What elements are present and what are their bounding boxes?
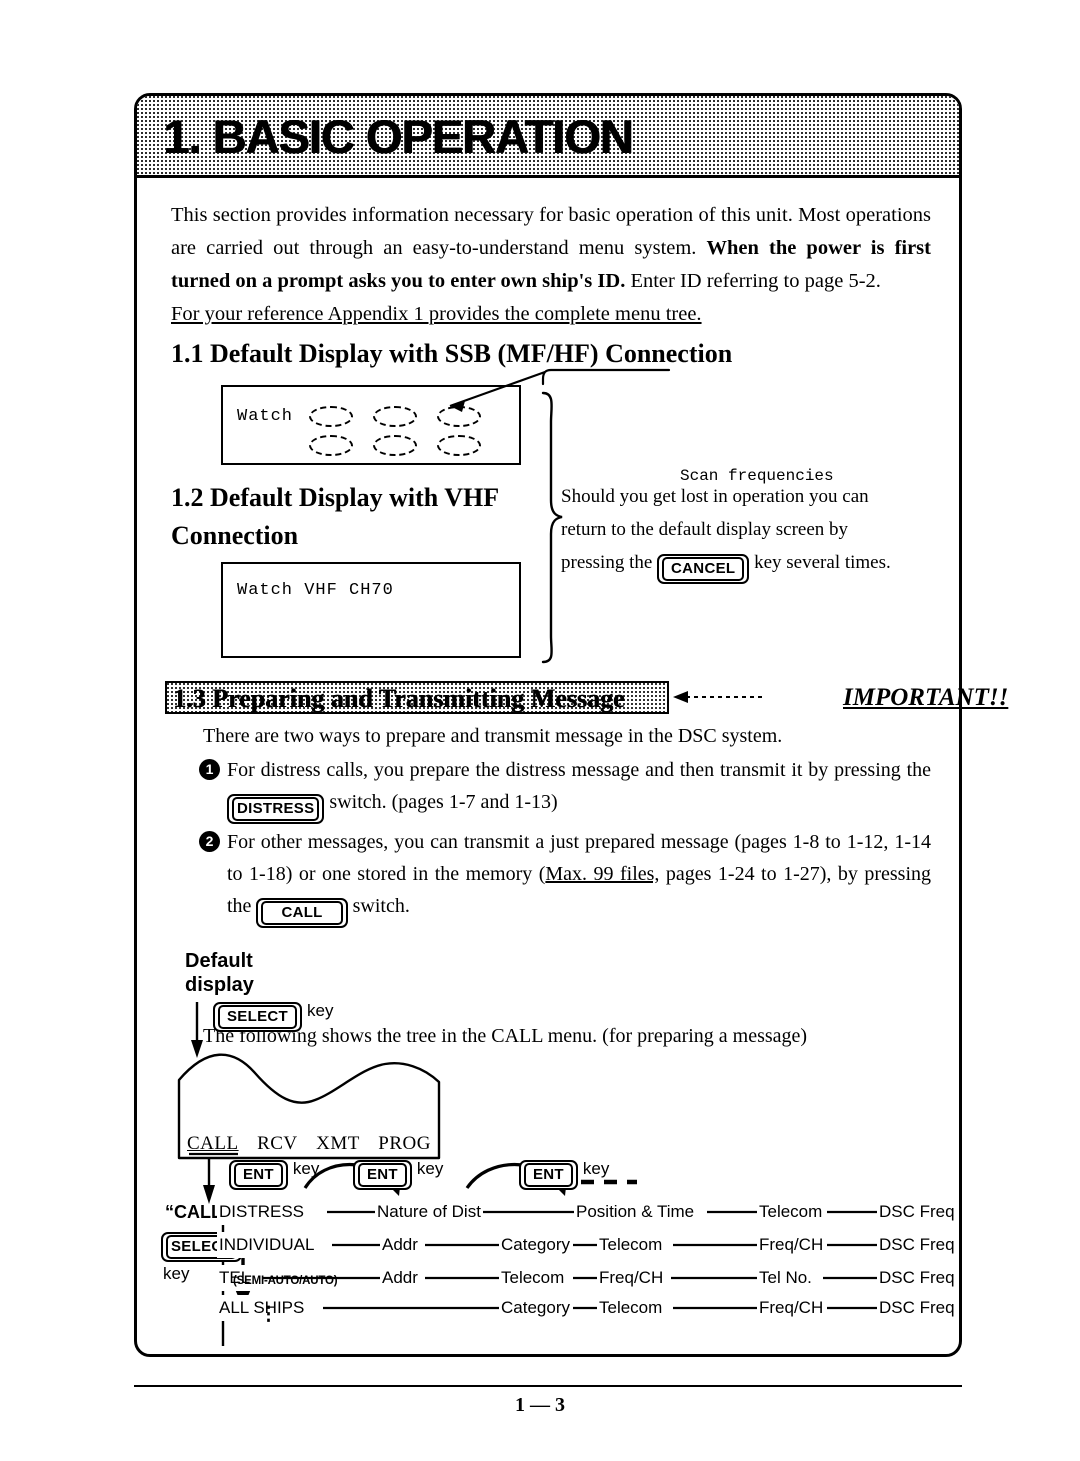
- page-number: 1 — 3: [515, 1394, 565, 1416]
- ent-key-word: key: [416, 1159, 444, 1178]
- list-item-text-post: switch. (pages 1-7 and 1-13): [324, 791, 558, 813]
- ent-key-label: ENT: [524, 1163, 573, 1187]
- numbered-list: 1 For distress calls, you prepare the dis…: [199, 754, 931, 930]
- tree-row: INDIVIDUAL Addr Category Telecom Freq/CH…: [137, 1232, 959, 1258]
- tree-node: Freq/CH: [757, 1295, 826, 1321]
- section-1-3-heading-box: 1.3 Preparing and Transmitting Message: [165, 681, 669, 714]
- tree-node: DSC Freq: [877, 1265, 957, 1291]
- ent-key-annotation: ENT key: [229, 1159, 319, 1190]
- cancel-key-note: Should you get lost in operation you can…: [561, 480, 933, 584]
- default-display-line-2: display: [185, 974, 254, 996]
- tree-node: Position & Time: [574, 1199, 697, 1225]
- tree-node: Addr: [380, 1232, 420, 1258]
- cancel-key-button[interactable]: CANCEL: [657, 554, 750, 584]
- tree-node: Freq/CH: [597, 1265, 666, 1291]
- tree-node: DSC Freq: [877, 1199, 957, 1225]
- list-item-text-post: switch.: [347, 895, 410, 917]
- list-item: 1 For distress calls, you prepare the dis…: [199, 754, 931, 824]
- distress-key-label: DISTRESS: [232, 797, 320, 821]
- scan-frequency-slot: [309, 435, 353, 456]
- ent-key-button[interactable]: ENT: [229, 1160, 288, 1190]
- scan-frequency-slot: [309, 406, 353, 427]
- tree-node: Telecom: [499, 1265, 567, 1291]
- footer-rule: [134, 1385, 962, 1387]
- tree-node: Tel No.: [757, 1265, 814, 1291]
- intro-text-last: For your reference Appendix 1 provides t…: [171, 303, 702, 325]
- ent-key-button[interactable]: ENT: [353, 1160, 412, 1190]
- list-item: 2 For other messages, you can transmit a …: [199, 826, 931, 928]
- tel-submode-label: (SEMI-AUTO/AUTO): [233, 1275, 338, 1287]
- menu-items-row: CALL RCV XMT PROG: [179, 1133, 439, 1155]
- scan-frequency-slot: [437, 406, 481, 427]
- scan-frequency-slot: [373, 435, 417, 456]
- tree-row: DISTRESS Nature of Dist Position & Time …: [137, 1199, 959, 1225]
- note-line-3-pre: pressing the: [561, 552, 658, 573]
- tree-continuation-dots: ⋮: [259, 1304, 278, 1325]
- note-line-2: return to the default display screen by: [561, 519, 849, 540]
- tree-node: DSC Freq: [877, 1232, 957, 1258]
- section-1-1-heading: 1.1 Default Display with SSB (MF/HF) Con…: [171, 339, 733, 368]
- distress-key-button[interactable]: DISTRESS: [227, 794, 325, 824]
- list-item-text-pre: For distress calls, you prepare the dist…: [227, 759, 931, 781]
- section-1-3-heading: 1.3 Preparing and Transmitting Message: [173, 684, 625, 713]
- scan-frequency-slot: [373, 406, 417, 427]
- vhf-default-display: Watch VHF CH70: [221, 562, 521, 658]
- default-display-line-1: Default: [185, 950, 253, 972]
- ent-key-annotation: ENT key: [519, 1159, 609, 1190]
- tree-node: Addr: [380, 1265, 420, 1291]
- list-marker: 2: [199, 831, 220, 852]
- select-key-button[interactable]: SELECT: [213, 1002, 302, 1032]
- list-marker: 1: [199, 759, 220, 780]
- call-key-button[interactable]: CALL: [256, 898, 348, 928]
- section-1-3-intro: There are two ways to prepare and transm…: [203, 725, 783, 747]
- select-key-word: key: [306, 1001, 334, 1020]
- select-key-annotation: SELECT key: [213, 1001, 333, 1032]
- tree-node: Category: [499, 1232, 572, 1258]
- menu-item-rcv[interactable]: RCV: [257, 1133, 298, 1155]
- ent-key-word: key: [292, 1159, 320, 1178]
- section-1-2-heading: 1.2 Default Display with VHF Connection: [171, 483, 499, 550]
- tree-node: Telecom: [757, 1199, 825, 1225]
- important-annotation: IMPORTANT!!: [843, 684, 1009, 711]
- default-display-label: Default display: [185, 949, 254, 997]
- chapter-banner: 1. BASIC OPERATION: [137, 96, 959, 178]
- ssb-default-display: Watch: [221, 385, 521, 465]
- ent-key-annotation: ENT key: [353, 1159, 443, 1190]
- menu-item-prog[interactable]: PROG: [378, 1133, 431, 1155]
- tree-node: Nature of Dist: [375, 1199, 483, 1225]
- tree-node: Freq/CH: [757, 1232, 826, 1258]
- note-line-1: Should you get lost in operation you can: [561, 486, 869, 507]
- menu-item-xmt[interactable]: XMT: [316, 1133, 360, 1155]
- menu-item-call[interactable]: CALL: [187, 1133, 239, 1155]
- tree-node: Telecom: [597, 1232, 665, 1258]
- list-item-text-underlined: Max. 99 files,: [545, 863, 660, 885]
- ent-key-label: ENT: [358, 1163, 407, 1187]
- tree-node: INDIVIDUAL: [217, 1232, 317, 1258]
- intro-text-2: Enter ID referring to page 5-2.: [625, 270, 881, 292]
- vhf-display-text: Watch VHF CH70: [237, 581, 394, 600]
- ent-key-button[interactable]: ENT: [519, 1160, 578, 1190]
- tree-node: DSC Freq: [877, 1295, 957, 1321]
- ent-key-label: ENT: [234, 1163, 283, 1187]
- note-line-3-post: key several times.: [749, 552, 891, 573]
- cancel-key-label: CANCEL: [662, 557, 745, 581]
- call-key-label: CALL: [261, 901, 343, 925]
- ssb-watch-label: Watch: [237, 407, 294, 426]
- tree-node: DISTRESS: [217, 1199, 307, 1225]
- chapter-title: 1. BASIC OPERATION: [163, 110, 633, 163]
- ent-key-word: key: [582, 1159, 610, 1178]
- tree-node: Category: [499, 1295, 572, 1321]
- select-key-label: SELECT: [218, 1005, 297, 1029]
- tree-node: Telecom: [597, 1295, 665, 1321]
- page-frame: 1. BASIC OPERATION This section provides…: [134, 93, 1008, 1357]
- intro-paragraph: This section provides information necess…: [171, 199, 931, 331]
- scan-frequency-slot: [437, 435, 481, 456]
